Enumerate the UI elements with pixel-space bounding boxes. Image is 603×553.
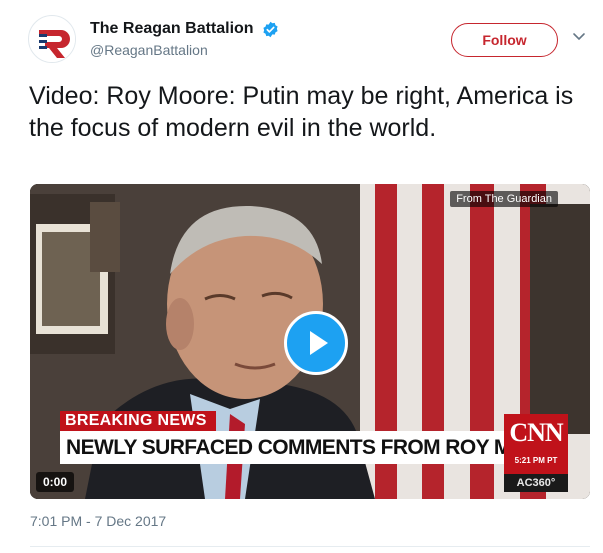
video-player[interactable]: From The Guardian BREAKING NEWS NEWLY SU… [30, 184, 590, 499]
tweet-timestamp[interactable]: 7:01 PM - 7 Dec 2017 [30, 513, 166, 529]
tweet-header: The Reagan Battalion @ReaganBattalion Fo… [0, 0, 603, 72]
play-icon [310, 331, 328, 355]
avatar[interactable] [28, 15, 76, 63]
chevron-down-icon[interactable] [572, 32, 586, 42]
news-headline: NEWLY SURFACED COMMENTS FROM ROY MOORE [60, 431, 504, 464]
handle[interactable]: @ReaganBattalion [90, 42, 279, 58]
breaking-news-banner: BREAKING NEWS [60, 411, 216, 431]
cnn-logo-box: CNN 5:21 PM PT [504, 414, 568, 474]
tweet-text: Video: Roy Moore: Putin may be right, Am… [29, 82, 574, 142]
play-button[interactable] [284, 311, 348, 375]
broadcast-time: 5:21 PM PT [514, 456, 558, 465]
divider [30, 546, 590, 547]
source-label: From The Guardian [450, 191, 558, 207]
video-duration: 0:00 [36, 472, 75, 492]
verified-badge-icon [263, 21, 278, 37]
follow-button[interactable]: Follow [451, 23, 558, 57]
show-label: AC360° [504, 474, 568, 492]
reagan-battalion-logo-icon [30, 17, 75, 62]
cnn-logo: CNN [509, 418, 563, 447]
display-name[interactable]: The Reagan Battalion [90, 20, 254, 38]
